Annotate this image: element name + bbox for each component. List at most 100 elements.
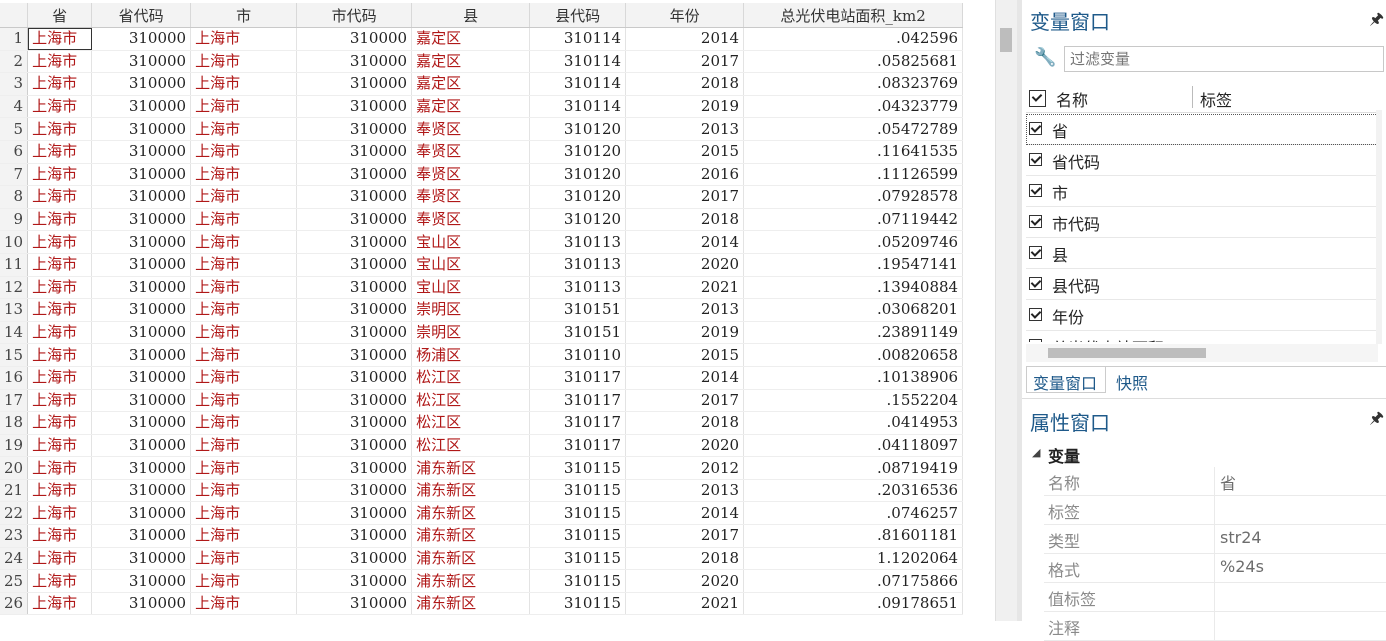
table-cell[interactable]: 310000 [91, 140, 192, 164]
table-cell[interactable]: 上海市 [27, 389, 93, 413]
table-cell[interactable]: 奉贤区 [411, 117, 531, 141]
table-cell[interactable]: 310000 [296, 456, 413, 480]
table-cell[interactable]: 310000 [296, 140, 413, 164]
table-row[interactable]: 8 上海市 310000 上海市 310000 奉贤区 310120 2017.0792857… [0, 185, 964, 209]
column-divider[interactable] [1192, 86, 1193, 108]
table-cell[interactable]: 310114 [529, 27, 627, 51]
table-cell[interactable]: 310000 [91, 411, 192, 435]
table-cell[interactable]: 2013 [625, 117, 745, 141]
table-cell[interactable]: 310000 [91, 208, 192, 232]
column-header[interactable]: 市 [190, 3, 298, 28]
column-header-name[interactable]: 名称 [1056, 87, 1088, 111]
table-cell[interactable]: 2014 [625, 501, 745, 526]
property-value[interactable]: str24 [1220, 528, 1262, 547]
table-cell[interactable]: 上海市 [190, 140, 298, 164]
table-cell[interactable]: 310113 [529, 230, 627, 254]
table-cell[interactable]: 上海市 [190, 389, 298, 413]
table-cell[interactable]: 310000 [296, 50, 413, 74]
table-cell[interactable]: 1.1202064 [743, 547, 964, 571]
row-number[interactable]: 22 [0, 501, 29, 526]
table-cell[interactable]: 310113 [529, 253, 627, 277]
table-cell[interactable]: .05825681 [743, 50, 964, 74]
variable-checkbox[interactable] [1029, 122, 1042, 135]
table-cell[interactable]: 杨浦区 [411, 343, 531, 367]
table-cell[interactable]: 310000 [91, 50, 192, 74]
row-number[interactable]: 16 [0, 366, 29, 390]
table-cell[interactable]: 2017 [625, 185, 745, 209]
collapse-triangle-icon[interactable]: ◢ [1032, 446, 1040, 459]
table-cell[interactable]: 310115 [529, 569, 627, 593]
column-header-label[interactable]: 标签 [1200, 87, 1232, 111]
table-row[interactable]: 2 上海市 310000 上海市 310000 嘉定区 310114 2017.0582568… [0, 50, 964, 74]
pin-icon[interactable]: 🖈 [1369, 407, 1384, 434]
table-cell[interactable]: 宝山区 [411, 276, 531, 300]
table-row[interactable]: 23 上海市 310000 上海市 310000 浦东新区 310115 2017.81601… [0, 524, 964, 548]
table-cell[interactable]: 310110 [529, 343, 627, 367]
table-cell[interactable]: .20316536 [743, 479, 964, 503]
variable-checkbox[interactable] [1029, 215, 1042, 228]
table-cell[interactable]: 310000 [296, 230, 413, 254]
table-cell[interactable]: 上海市 [190, 479, 298, 503]
table-cell[interactable]: .23891149 [743, 321, 964, 345]
table-cell[interactable]: 上海市 [190, 50, 298, 74]
table-cell[interactable]: 浦东新区 [411, 456, 531, 480]
table-cell[interactable]: 上海市 [27, 140, 93, 164]
property-row[interactable]: 名称 省 [1044, 467, 1386, 496]
table-cell[interactable]: .1552204 [743, 389, 964, 413]
table-cell[interactable]: .05209746 [743, 230, 964, 254]
table-cell[interactable]: .11126599 [743, 163, 964, 187]
table-cell[interactable]: 310000 [91, 434, 192, 458]
row-number[interactable]: 13 [0, 298, 29, 322]
table-cell[interactable]: .11641535 [743, 140, 964, 164]
table-cell[interactable]: 上海市 [27, 253, 93, 277]
table-cell[interactable]: 上海市 [27, 479, 93, 503]
row-number[interactable]: 5 [0, 117, 29, 141]
row-number[interactable]: 10 [0, 230, 29, 254]
table-cell[interactable]: .09178651 [743, 592, 964, 616]
table-cell[interactable]: 310151 [529, 298, 627, 322]
table-cell[interactable]: 奉贤区 [411, 185, 531, 209]
table-cell[interactable]: 上海市 [190, 298, 298, 322]
row-number[interactable]: 17 [0, 389, 29, 413]
table-cell[interactable]: 上海市 [190, 434, 298, 458]
property-row[interactable]: 类型 str24 [1044, 525, 1386, 554]
table-cell[interactable]: 上海市 [190, 592, 298, 616]
table-row[interactable]: 12 上海市 310000 上海市 310000 宝山区 310113 2021.139408… [0, 276, 964, 300]
tab-snapshots[interactable]: 快照 [1110, 367, 1166, 393]
tab-variables[interactable]: 变量窗口 [1026, 367, 1106, 393]
variable-list-item[interactable]: 市 [1026, 176, 1378, 207]
table-cell[interactable]: 310000 [91, 117, 192, 141]
table-cell[interactable]: .03068201 [743, 298, 964, 322]
table-cell[interactable]: 310000 [91, 321, 192, 345]
table-cell[interactable]: 奉贤区 [411, 140, 531, 164]
row-number[interactable]: 24 [0, 547, 29, 571]
table-cell[interactable]: 浦东新区 [411, 569, 531, 593]
row-number[interactable]: 6 [0, 140, 29, 164]
table-cell[interactable]: 310000 [296, 72, 413, 96]
table-cell[interactable]: .08323769 [743, 72, 964, 96]
property-group-variable[interactable]: ◢ 变量 [1030, 443, 1386, 467]
table-cell[interactable]: 上海市 [190, 27, 298, 51]
property-row[interactable]: 标签 [1044, 496, 1386, 525]
row-number[interactable]: 4 [0, 95, 29, 119]
table-cell[interactable]: 310000 [91, 592, 192, 616]
table-cell[interactable]: 2014 [625, 366, 745, 390]
column-header[interactable]: 省代码 [91, 3, 192, 28]
table-cell[interactable]: 上海市 [27, 569, 93, 593]
row-number[interactable]: 23 [0, 524, 29, 548]
table-cell[interactable]: 310000 [296, 501, 413, 526]
table-cell[interactable]: 2015 [625, 140, 745, 164]
table-cell[interactable]: 嘉定区 [411, 50, 531, 74]
table-cell[interactable]: 上海市 [27, 524, 93, 548]
table-cell[interactable]: 2015 [625, 343, 745, 367]
column-header[interactable]: 年份 [625, 3, 745, 28]
table-cell[interactable]: .07175866 [743, 569, 964, 593]
table-row[interactable]: 9 上海市 310000 上海市 310000 奉贤区 310120 2018.0711944… [0, 208, 964, 232]
row-number[interactable]: 18 [0, 411, 29, 435]
table-cell[interactable]: 上海市 [190, 95, 298, 119]
row-number[interactable]: 25 [0, 569, 29, 593]
table-cell[interactable]: 310000 [91, 276, 192, 300]
table-cell[interactable]: 310000 [91, 163, 192, 187]
table-cell[interactable]: 2019 [625, 95, 745, 119]
table-cell[interactable]: .0414953 [743, 411, 964, 435]
